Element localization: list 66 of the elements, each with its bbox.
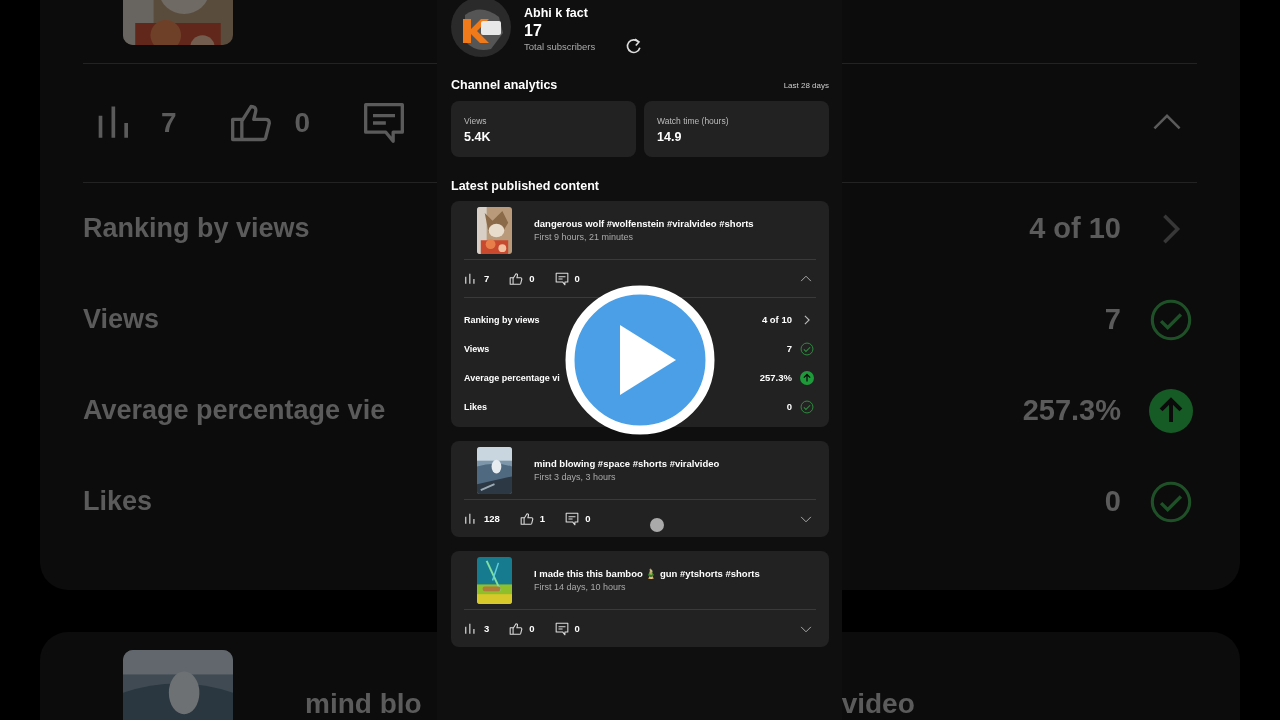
check-circle-icon: [1149, 297, 1193, 342]
metric-value: 0: [786, 401, 792, 412]
metric-value: 4 of 10: [761, 314, 792, 325]
bar-chart-icon: [464, 271, 478, 286]
stat-count: 0: [294, 107, 311, 139]
metric-value: 257.3%: [1022, 394, 1121, 427]
video-title: dangerous wolf #wolfenstein #viralvideo #shorts: [534, 218, 754, 229]
section-title: Channel analytics: [451, 78, 558, 92]
metric-value: 0: [1104, 485, 1121, 518]
comment-icon: [554, 271, 569, 286]
arrow-up-icon: [800, 370, 814, 385]
thumbs-up-icon: [509, 271, 524, 286]
metric-value: 14.9: [657, 130, 683, 144]
stat-count: 1: [539, 513, 546, 524]
thumbs-up-icon: [519, 511, 534, 526]
stat-count: 0: [529, 273, 535, 284]
subscriber-label: Total subscribers: [524, 41, 596, 53]
stat-count: 0: [574, 273, 580, 284]
comment-icon: [554, 621, 569, 636]
video-title: I made this this bamboo 🎍 gun #ytshorts #shorts: [534, 568, 760, 579]
subscriber-count: 17: [524, 21, 543, 41]
stat-count: 0: [574, 623, 580, 634]
metric-value: 5.4K: [464, 130, 492, 144]
comment-icon: [362, 101, 407, 145]
metric-label: Views: [83, 304, 160, 335]
date-range: Last 28 days: [783, 80, 829, 90]
video-card[interactable]: I made this this bamboo 🎍 gun #ytshorts #shorts First 14 days, 10 hours 3 0 0: [451, 551, 829, 647]
metric-label: Watch time (hours): [657, 116, 730, 126]
comment-icon: [565, 511, 580, 526]
metric-label: Views: [464, 343, 490, 354]
metric-label: Likes: [464, 401, 487, 412]
stat-count: 3: [484, 623, 490, 634]
check-circle-icon: [800, 341, 814, 356]
arrow-up-icon: [1149, 388, 1193, 433]
metric-label: Average percentage vie: [83, 395, 386, 426]
stat-count: 0: [585, 513, 591, 524]
video-age: First 3 days, 3 hours: [534, 472, 617, 482]
section-title: Latest published content: [451, 179, 600, 193]
bar-chart-icon: [464, 621, 478, 636]
metric-label: Average percentage vi: [464, 372, 560, 383]
video-title: mind blo: [305, 689, 422, 718]
metric-card[interactable]: Watch time (hours) 14.9: [644, 101, 829, 157]
check-circle-icon: [1149, 479, 1193, 524]
thumbs-up-icon: [509, 621, 524, 636]
metric-value: 7: [1104, 303, 1121, 336]
video-title: video: [841, 689, 915, 718]
video-title: mind blowing #space #shorts #viralvideo: [534, 458, 720, 469]
bar-chart-icon: [464, 511, 478, 526]
stat-count: 7: [161, 107, 177, 139]
video-card[interactable]: mind blowing #space #shorts #viralvideo First 3 days, 3 hours 128 1 0: [451, 441, 829, 537]
stat-count: 128: [484, 513, 500, 524]
metric-label: Ranking by views: [83, 213, 310, 244]
metric-label: Views: [464, 116, 488, 126]
video-age: First 14 days, 10 hours: [534, 582, 627, 592]
metric-value: 257.3%: [759, 372, 792, 383]
stat-count: 0: [529, 623, 535, 634]
check-circle-icon: [800, 399, 814, 414]
video-age: First 9 hours, 21 minutes: [534, 232, 635, 242]
play-button-icon[interactable]: [565, 285, 715, 435]
metric-value: 4 of 10: [1029, 212, 1121, 245]
metric-label: Ranking by views: [464, 314, 540, 325]
stat-count: 7: [484, 273, 490, 284]
metric-card[interactable]: Views 5.4K: [451, 101, 636, 157]
metric-value: 7: [786, 343, 792, 354]
channel-name: Abhi k fact: [524, 6, 589, 21]
metric-label: Likes: [83, 486, 153, 517]
